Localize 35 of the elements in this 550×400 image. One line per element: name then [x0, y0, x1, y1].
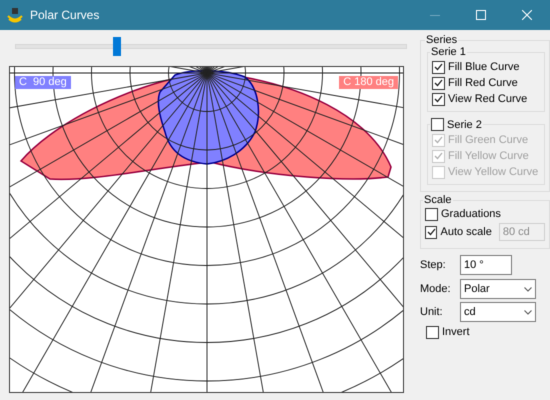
checkbox[interactable] [425, 208, 438, 220]
checkbox[interactable] [432, 92, 445, 106]
checkbox[interactable] [425, 226, 438, 238]
checkbox-label: Fill Yellow Curve [448, 150, 529, 162]
slider-thumb[interactable] [113, 37, 122, 56]
group-title: Scale [424, 194, 452, 206]
curve-label: C 90 deg [15, 76, 71, 89]
unit-dropdown[interactable]: cd [460, 302, 536, 322]
checkbox-label: Fill Red Curve [448, 77, 518, 89]
checkbox[interactable] [426, 326, 439, 338]
mode-dropdown[interactable]: Polar [460, 279, 536, 299]
window-title: Polar Curves [30, 8, 100, 22]
group-title: Serie 1 [431, 46, 466, 58]
checkbox-label: Invert [442, 326, 470, 338]
minimize-icon [430, 14, 440, 16]
close-icon [522, 10, 532, 20]
group-title: Series [426, 34, 458, 46]
checkbox[interactable] [432, 60, 445, 74]
checkbox-label: Auto scale [440, 226, 492, 238]
step-field[interactable]: 10 ° [460, 255, 512, 275]
field-label: Unit: [420, 306, 444, 318]
checkbox-label: Fill Blue Curve [448, 61, 520, 73]
group-title: Serie 2 [447, 118, 482, 130]
checkbox-label: Graduations [441, 208, 501, 220]
maximize-icon [476, 10, 486, 20]
checkbox-label: Fill Green Curve [448, 134, 528, 146]
field-label: Step: [420, 259, 447, 271]
checkbox-label: View Red Curve [448, 93, 528, 105]
chevron-down-icon [524, 286, 532, 292]
chevron-down-icon [524, 310, 532, 314]
checkbox[interactable] [431, 118, 444, 131]
curve-label: C 180 deg [339, 76, 398, 89]
field-label: Mode: [420, 283, 452, 295]
checkbox[interactable] [432, 76, 445, 90]
checkbox-label: View Yellow Curve [448, 166, 538, 178]
